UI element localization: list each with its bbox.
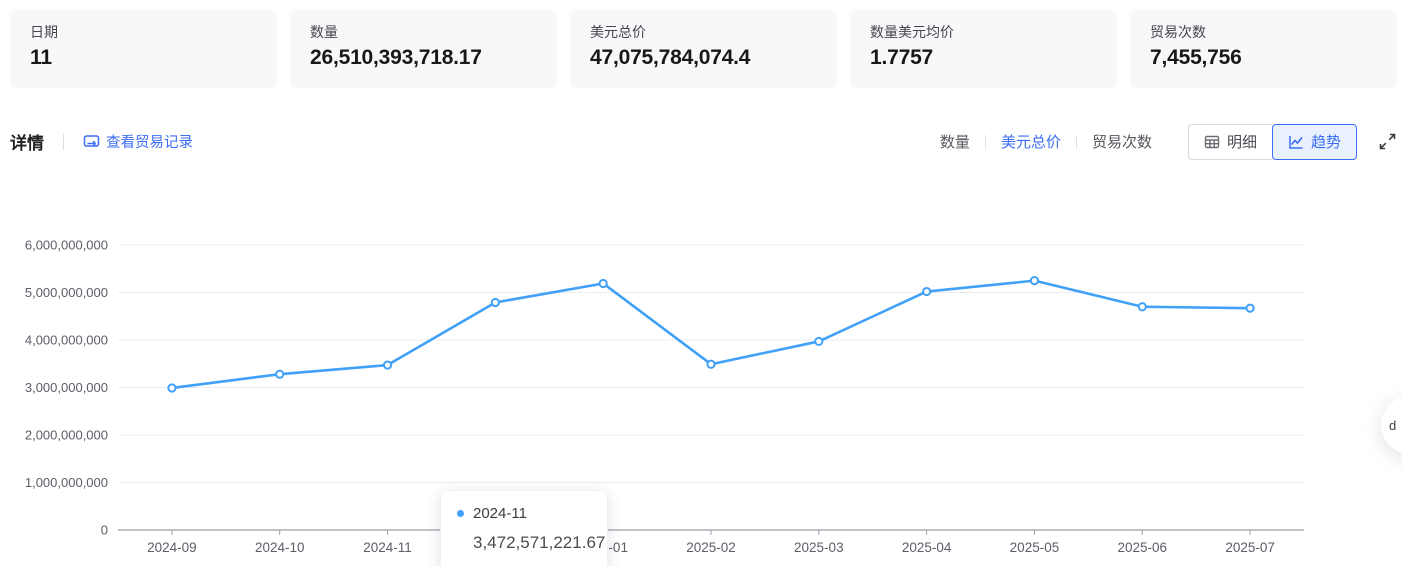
svg-text:2025-07: 2025-07 (1225, 540, 1275, 555)
stat-value: 1.7757 (870, 46, 1097, 70)
metric-tab-usd-total[interactable]: 美元总价 (1001, 131, 1061, 152)
stat-label: 数量 (310, 23, 537, 41)
detail-toolbar: 详情 查看贸易记录 数量 美元总价 贸易次数 (10, 123, 1397, 160)
stat-card-date: 日期 11 (10, 10, 277, 88)
chart-canvas[interactable]: 0 1,000,000,000 2,000,000,000 3,000,000,000… (0, 230, 1402, 566)
svg-text:2024-09: 2024-09 (147, 540, 197, 555)
page-title: 详情 (10, 129, 44, 154)
stat-card-quantity: 数量 26,510,393,718.17 (290, 10, 557, 88)
detail-toolbar-right: 数量 美元总价 贸易次数 明细 (940, 124, 1397, 160)
floating-widget-glyph: d (1389, 418, 1396, 433)
svg-text:2025-05: 2025-05 (1010, 540, 1060, 555)
metric-tab-quantity[interactable]: 数量 (940, 131, 970, 152)
stat-label: 美元总价 (590, 23, 817, 41)
svg-text:2024-10: 2024-10 (255, 540, 305, 555)
trend-view-button[interactable]: 趋势 (1272, 124, 1357, 160)
svg-text:2025-02: 2025-02 (686, 540, 736, 555)
svg-text:6,000,000,000: 6,000,000,000 (25, 238, 108, 253)
metric-tab-trade-count[interactable]: 贸易次数 (1092, 131, 1152, 152)
view-trade-records-label: 查看贸易记录 (106, 131, 193, 152)
svg-text:3,000,000,000: 3,000,000,000 (25, 380, 108, 395)
stat-value: 26,510,393,718.17 (310, 46, 537, 70)
open-records-icon (83, 133, 100, 150)
stats-row: 日期 11 数量 26,510,393,718.17 美元总价 47,075,7… (10, 10, 1397, 88)
tooltip-header: 2024-11 (457, 505, 591, 522)
stat-card-usd-total: 美元总价 47,075,784,074.4 (570, 10, 837, 88)
svg-text:4,000,000,000: 4,000,000,000 (25, 333, 108, 348)
svg-text:2025-04: 2025-04 (902, 540, 952, 555)
svg-text:2024-11: 2024-11 (363, 540, 412, 555)
divider (985, 135, 986, 149)
stat-label: 贸易次数 (1150, 23, 1377, 41)
stat-label: 数量美元均价 (870, 23, 1097, 41)
detail-view-button[interactable]: 明细 (1188, 124, 1272, 160)
fullscreen-icon[interactable] (1378, 132, 1397, 151)
svg-text:0: 0 (101, 523, 108, 538)
trend-chart-icon (1288, 134, 1304, 150)
tooltip-value: 3,472,571,221.67 (473, 533, 591, 553)
trade-detail-page: 日期 11 数量 26,510,393,718.17 美元总价 47,075,7… (0, 0, 1402, 566)
svg-text:2025-06: 2025-06 (1117, 540, 1167, 555)
trend-view-label: 趋势 (1311, 131, 1341, 152)
divider (63, 133, 64, 150)
view-toggle-group: 明细 趋势 (1188, 124, 1357, 160)
stat-value: 7,455,756 (1150, 46, 1377, 70)
series-dot-icon (457, 510, 464, 517)
view-trade-records-link[interactable]: 查看贸易记录 (83, 131, 193, 152)
stat-label: 日期 (30, 23, 257, 41)
chart-tooltip: 2024-11 3,472,571,221.67 (440, 490, 608, 566)
stat-value: 47,075,784,074.4 (590, 46, 817, 70)
stat-value: 11 (30, 46, 257, 70)
table-icon (1204, 134, 1220, 150)
stat-card-trade-count: 贸易次数 7,455,756 (1130, 10, 1397, 88)
svg-text:2,000,000,000: 2,000,000,000 (25, 428, 108, 443)
detail-view-label: 明细 (1227, 131, 1257, 152)
detail-toolbar-left: 详情 查看贸易记录 (10, 129, 193, 154)
stat-card-avg-price: 数量美元均价 1.7757 (850, 10, 1117, 88)
divider (1076, 135, 1077, 149)
svg-text:2025-03: 2025-03 (794, 540, 844, 555)
svg-text:1,000,000,000: 1,000,000,000 (25, 475, 108, 490)
svg-text:5,000,000,000: 5,000,000,000 (25, 285, 108, 300)
trend-line-chart[interactable]: 0 1,000,000,000 2,000,000,000 3,000,000,000… (0, 230, 1402, 566)
tooltip-category: 2024-11 (473, 505, 527, 522)
